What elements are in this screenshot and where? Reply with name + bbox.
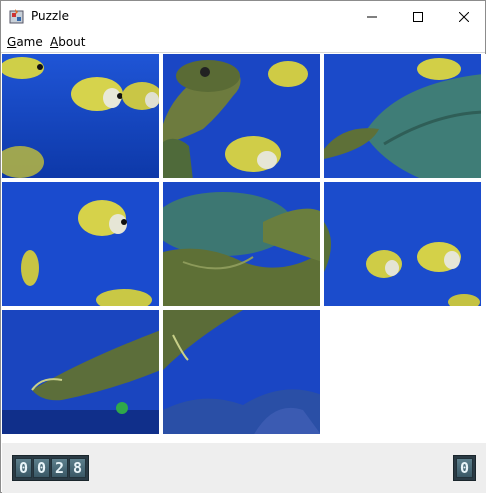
empty-slot[interactable] [324, 310, 486, 443]
puzzle-tile-6[interactable] [324, 182, 483, 308]
title-bar[interactable]: Puzzle [1, 1, 485, 32]
maximize-icon [413, 11, 423, 22]
close-button[interactable] [441, 1, 486, 32]
minimize-icon [367, 16, 377, 17]
menu-bar: Game About [1, 32, 485, 53]
puzzle-tile-4[interactable] [2, 182, 161, 308]
menu-game-mnemonic: G [7, 35, 17, 49]
menu-game-label: ame [16, 35, 43, 49]
menu-game[interactable]: Game [7, 35, 43, 49]
menu-about-mnemonic: A [50, 35, 59, 49]
puzzle-app-icon [9, 8, 25, 24]
maximize-button[interactable] [395, 1, 441, 32]
status-bar: 0 0 2 8 0 [2, 443, 486, 493]
puzzle-tile-5[interactable] [163, 182, 322, 308]
menu-about[interactable]: About [50, 35, 86, 49]
moves-digit: 0 [15, 458, 32, 478]
moves-counter: 0 0 2 8 [12, 455, 89, 481]
puzzle-board [2, 54, 486, 443]
solved-digit: 0 [456, 458, 473, 478]
minimize-button[interactable] [349, 1, 395, 32]
moves-digit: 8 [69, 458, 86, 478]
moves-digit: 2 [51, 458, 68, 478]
puzzle-tile-8[interactable] [163, 310, 322, 436]
puzzle-tile-7[interactable] [2, 310, 161, 436]
puzzle-tile-1[interactable] [2, 54, 161, 180]
puzzle-tile-2[interactable] [163, 54, 322, 180]
puzzle-window: Puzzle Game About 0 0 2 8 0 [0, 0, 486, 493]
moves-digit: 0 [33, 458, 50, 478]
window-title: Puzzle [31, 9, 69, 23]
solved-counter: 0 [453, 455, 476, 481]
menu-about-label: bout [58, 35, 86, 49]
close-icon [459, 11, 469, 22]
puzzle-tile-3[interactable] [324, 54, 483, 180]
